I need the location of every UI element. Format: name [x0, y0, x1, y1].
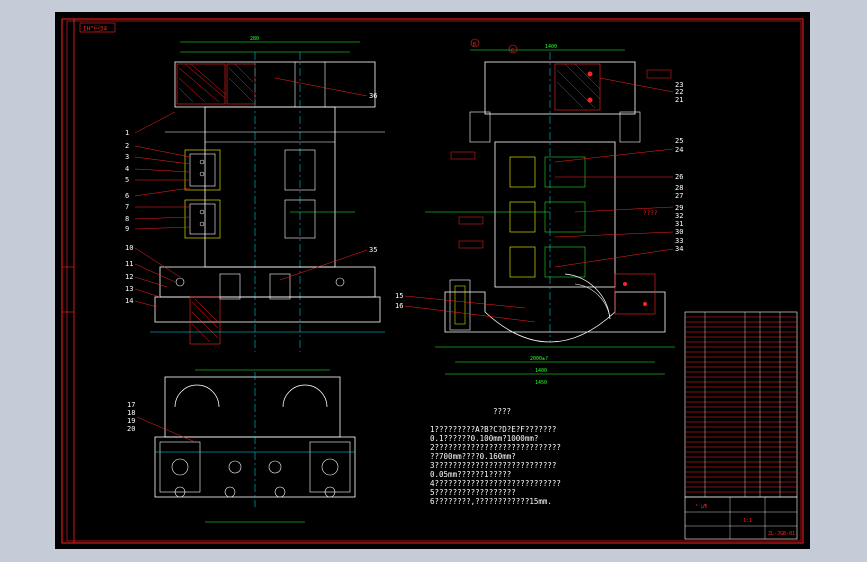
note-line: 5??????????????????: [430, 488, 516, 497]
side-view: 1400 2000±? 1400 1450 B C: [425, 38, 675, 386]
dim-bottom-3: 1450: [535, 380, 547, 386]
balloon-label: 31: [675, 220, 683, 228]
drawing-tag: IH"34: [83, 25, 107, 33]
balloon-label: 13: [125, 285, 133, 293]
balloon-label: 6: [125, 192, 129, 200]
balloon-label: 20: [127, 425, 135, 433]
balloon-label: 36: [369, 92, 377, 100]
front-leaders: [134, 77, 368, 308]
note-line: 4????????????????????????????: [430, 479, 561, 488]
balloon-label: 19: [127, 417, 135, 425]
datum-b: B: [473, 42, 476, 48]
balloon-label: 30: [675, 228, 683, 236]
balloon-label: 26: [675, 173, 683, 181]
plan-view: [154, 369, 356, 523]
parts-list: [684, 311, 798, 498]
balloon-label: 16: [395, 302, 403, 310]
balloon-label: 1: [125, 129, 129, 137]
dim-bottom-2: 1400: [535, 368, 547, 374]
drawing-code: ZL-JGB-01: [768, 531, 795, 537]
note-line: 0.05mm??????1?????: [430, 470, 511, 479]
balloon-label: 28: [675, 184, 683, 192]
note-line: 2????????????????????????????: [430, 443, 561, 452]
dim-bottom-1: 2000±?: [530, 356, 548, 362]
balloon-label: 34: [675, 245, 683, 253]
balloon-label: 15: [395, 292, 403, 300]
balloon-label: 5: [125, 176, 129, 184]
datum-c: C: [511, 48, 514, 54]
front-balloons: 1 2 3 4 5 6 7 8 9 10 11 12 13 14 36 35: [125, 92, 377, 305]
cad-drawing-sheet: IH"34 280: [55, 12, 810, 549]
note-line: 3???????????????????????????: [430, 461, 556, 470]
dim-right-total: 1400: [545, 44, 557, 50]
note-line: 0.1??????0.100mm?1000mm?: [430, 434, 538, 443]
dim-top-total: 280: [250, 36, 259, 42]
balloon-label: 7: [125, 203, 129, 211]
balloon-label: 14: [125, 297, 133, 305]
balloon-label: 29: [675, 204, 683, 212]
balloon-label: 22: [675, 88, 683, 96]
balloon-label: 9: [125, 225, 129, 233]
balloon-label: 25: [675, 137, 683, 145]
balloon-label: 4: [125, 165, 129, 173]
balloon-label: 12: [125, 273, 133, 281]
balloon-label: 3: [125, 153, 129, 161]
balloon-label: 21: [675, 96, 683, 104]
balloon-label: 18: [127, 409, 135, 417]
note-line: ??700mm????0.160mm?: [430, 452, 516, 461]
cross-ref: ????: [643, 210, 658, 217]
balloon-label: 35: [369, 246, 377, 254]
title-block: ³´µ¶ 1:1 ZL-JGB-01: [684, 496, 798, 540]
balloon-label: 8: [125, 215, 129, 223]
balloon-label: 32: [675, 212, 683, 220]
side-leaders: [404, 77, 674, 323]
front-view: 280: [150, 36, 385, 352]
drawing-canvas: IH"34 280: [61, 18, 804, 544]
binding-strip: [61, 18, 75, 544]
note-line: 1?????????A?B?C?D?E?F???????: [430, 425, 556, 434]
balloon-label: 10: [125, 244, 133, 252]
plan-balloons: 17 18 19 20: [127, 401, 135, 433]
balloon-label: 2: [125, 142, 129, 150]
part-label: ³´µ¶: [695, 504, 707, 510]
note-line: 6????????,????????????15mm.: [430, 497, 552, 506]
balloon-label: 17: [127, 401, 135, 409]
balloon-label: 11: [125, 260, 133, 268]
notes-heading: ????: [493, 407, 511, 416]
scale-label: 1:1: [743, 518, 752, 524]
technical-notes: ???? 1?????????A?B?C?D?E?F??????? 0.1???…: [430, 407, 561, 506]
balloon-label: 24: [675, 146, 683, 154]
balloon-label: 27: [675, 192, 683, 200]
balloon-label: 33: [675, 237, 683, 245]
